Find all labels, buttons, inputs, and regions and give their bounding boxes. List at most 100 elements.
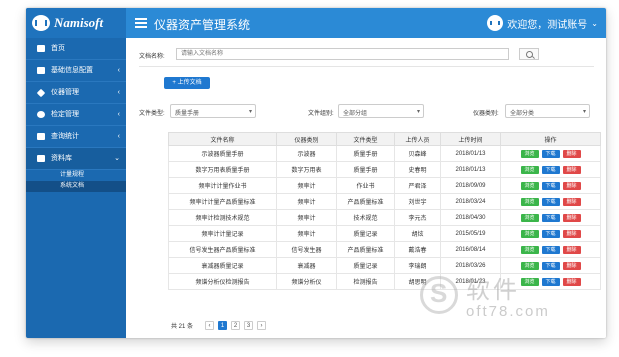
delete-button[interactable]: 删除	[562, 213, 581, 222]
documents-table: 文件名称 仪器类别 文件类型 上传人员 上传时间 操作 示波器质量手册 示波器 质量…	[168, 132, 601, 290]
view-button[interactable]: 浏览	[520, 181, 539, 190]
download-button[interactable]: 下载	[541, 197, 560, 206]
sidebar-item-instrument-mgmt[interactable]: 仪器管理 ‹	[26, 82, 126, 104]
doc-type-select[interactable]: 质量手册 ▾	[170, 104, 256, 118]
inst-type-label: 仪器类别:	[473, 111, 499, 117]
table-cell: 频率计	[276, 225, 337, 242]
delete-button[interactable]: 删除	[562, 229, 581, 238]
table-cell: 2018/04/30	[440, 209, 501, 226]
table-row: 示波器质量手册 示波器 质量手册 贝森峰 2018/01/13 浏览 下载 删除	[168, 145, 601, 162]
column-header: 文件类型	[336, 132, 395, 146]
inst-type-select[interactable]: 全部分类 ▾	[505, 104, 590, 118]
table-cell-actions: 浏览 下载 删除	[500, 273, 601, 290]
doc-group-select[interactable]: 全部分组 ▾	[338, 104, 424, 118]
sidebar-item-label: 基础信息配置	[51, 67, 93, 74]
user-menu[interactable]: 欢迎您，测试账号 ⌄	[487, 14, 598, 32]
table-row: 数字万用表质量手册 数字万用表 质量手册 史春明 2018/01/13 浏览 下载 删除	[168, 161, 601, 178]
sidebar-item-label: 仪器管理	[51, 89, 79, 96]
download-button[interactable]: 下载	[541, 245, 560, 254]
doc-group-value: 全部分组	[343, 111, 368, 117]
sidebar-item-basic-config[interactable]: 基础信息配置 ‹	[26, 60, 126, 82]
doc-type-value: 质量手册	[175, 111, 200, 117]
table-cell: 质量手册	[336, 145, 395, 162]
view-button[interactable]: 浏览	[520, 165, 539, 174]
menu-toggle-icon[interactable]	[135, 18, 147, 28]
sidebar-item-calibration-mgmt[interactable]: 检定管理 ‹	[26, 104, 126, 126]
delete-button[interactable]: 删除	[562, 245, 581, 254]
inst-type-value: 全部分类	[510, 111, 535, 117]
sidebar: 首页 基础信息配置 ‹ 仪器管理 ‹ 检定管理 ‹ 查询统计 ‹ 资料库 ⌄ 计…	[26, 38, 126, 338]
divider	[139, 66, 594, 67]
caret-down-icon: ▾	[248, 109, 252, 115]
upload-document-button[interactable]: + 上传文档	[164, 77, 210, 89]
sidebar-subitem-procedures[interactable]: 计量规程	[26, 170, 126, 181]
delete-button[interactable]: 删除	[562, 181, 581, 190]
column-header: 仪器类别	[276, 132, 337, 146]
total-count: 共 21 条	[171, 323, 194, 330]
table-cell: 检测报告	[336, 273, 395, 290]
table-cell: 史春明	[394, 161, 441, 178]
next-page-button[interactable]: ›	[257, 320, 267, 330]
doc-type-label: 文件类型:	[139, 111, 165, 117]
view-button[interactable]: 浏览	[520, 213, 539, 222]
avatar-icon	[487, 15, 504, 31]
sidebar-item-library[interactable]: 资料库 ⌄	[26, 148, 126, 170]
table-cell: 频谱分析仪检测报告	[168, 273, 277, 290]
table-cell: 频谱分析仪	[276, 273, 337, 290]
chevron-down-icon: ⌄	[114, 155, 120, 162]
table-cell-actions: 浏览 下载 删除	[500, 177, 601, 194]
delete-button[interactable]: 删除	[562, 165, 581, 174]
table-cell: 频率计计量产品质量标准	[168, 193, 277, 210]
download-button[interactable]: 下载	[541, 213, 560, 222]
download-button[interactable]: 下载	[541, 261, 560, 270]
chevron-left-icon: ‹	[117, 89, 120, 96]
table-cell: 产品质量标准	[336, 193, 395, 210]
view-button[interactable]: 浏览	[520, 261, 539, 270]
page-button[interactable]: 3	[244, 320, 254, 330]
main-content: 文档名称: + 上传文档 文件类型: 质量手册 ▾ 文件组别: 全部分组 ▾ 仪…	[126, 38, 606, 338]
page-button[interactable]: 2	[231, 320, 241, 330]
column-header: 上传人员	[394, 132, 441, 146]
table-cell: 质量记录	[336, 257, 395, 274]
table-cell: 严君泽	[394, 177, 441, 194]
download-button[interactable]: 下载	[541, 149, 560, 158]
table-cell: 胡炫	[394, 225, 441, 242]
table-header-row: 文件名称 仪器类别 文件类型 上传人员 上传时间 操作	[168, 132, 601, 146]
table-cell: 频率计	[276, 209, 337, 226]
delete-button[interactable]: 删除	[562, 261, 581, 270]
table-cell: 戴浩春	[394, 241, 441, 258]
pagination: 共 21 条 ‹ 1 2 3 ›	[171, 320, 267, 330]
table-cell: 频率计	[276, 177, 337, 194]
bar-chart-icon	[37, 133, 45, 140]
sidebar-subitem-system-docs[interactable]: 系统文档	[26, 181, 126, 192]
column-header: 文件名称	[168, 132, 277, 146]
table-cell: 信号发生器	[276, 241, 337, 258]
logo[interactable]: Namisoft	[26, 8, 126, 38]
download-button[interactable]: 下载	[541, 277, 560, 286]
page-button[interactable]: 1	[218, 320, 228, 330]
delete-button[interactable]: 删除	[562, 277, 581, 286]
view-button[interactable]: 浏览	[520, 229, 539, 238]
table-cell: 2018/01/13	[440, 161, 501, 178]
view-button[interactable]: 浏览	[520, 277, 539, 286]
view-button[interactable]: 浏览	[520, 245, 539, 254]
table-cell: 2018/01/13	[440, 145, 501, 162]
table-cell-actions: 浏览 下载 删除	[500, 225, 601, 242]
sidebar-item-home[interactable]: 首页	[26, 38, 126, 60]
delete-button[interactable]: 删除	[562, 197, 581, 206]
download-button[interactable]: 下载	[541, 165, 560, 174]
search-input[interactable]	[176, 48, 509, 60]
download-button[interactable]: 下载	[541, 181, 560, 190]
table-cell: 技术规范	[336, 209, 395, 226]
sidebar-item-query-stats[interactable]: 查询统计 ‹	[26, 126, 126, 148]
view-button[interactable]: 浏览	[520, 197, 539, 206]
table-cell: 信号发生器产品质量标准	[168, 241, 277, 258]
table-cell: 贝森峰	[394, 145, 441, 162]
prev-page-button[interactable]: ‹	[205, 320, 215, 330]
download-button[interactable]: 下载	[541, 229, 560, 238]
view-button[interactable]: 浏览	[520, 149, 539, 158]
column-header: 操作	[500, 132, 601, 146]
search-icon[interactable]	[519, 48, 539, 60]
table-cell: 衰减器	[276, 257, 337, 274]
delete-button[interactable]: 删除	[562, 149, 581, 158]
